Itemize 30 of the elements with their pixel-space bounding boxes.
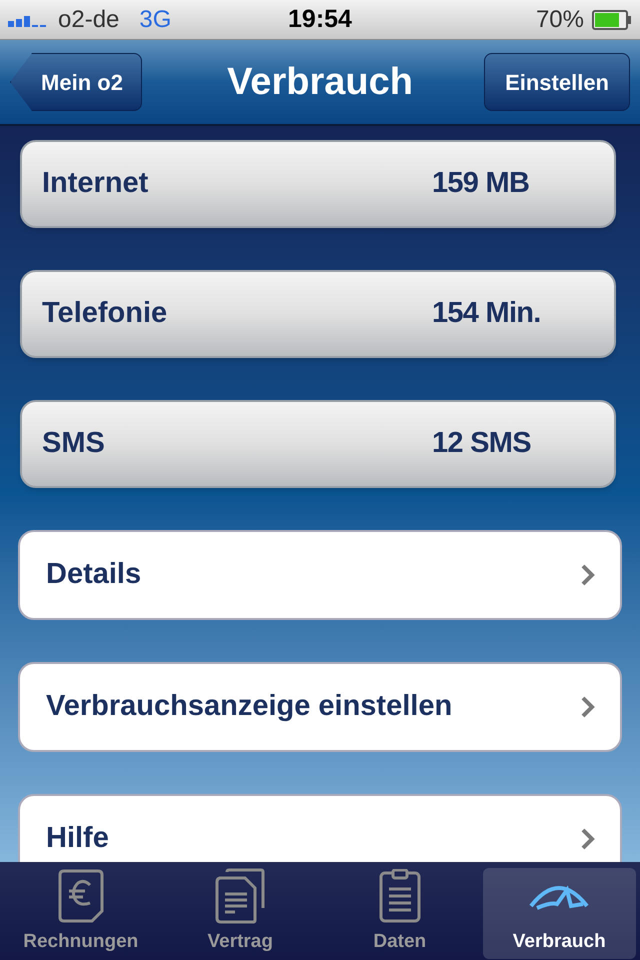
- back-button[interactable]: Mein o2: [10, 53, 142, 111]
- tab-bar-item[interactable]: Rechnungen: [4, 868, 158, 958]
- network-type: 3G: [139, 4, 172, 34]
- usage-label: Internet: [42, 166, 150, 202]
- documents-icon: [215, 868, 266, 924]
- menu-row[interactable]: Details: [18, 530, 622, 620]
- usage-label: SMS: [42, 426, 106, 462]
- menu-label: Verbrauchsanzeige einstellen: [46, 689, 452, 724]
- tab-bar-item[interactable]: Daten: [323, 868, 476, 958]
- chevron-icon: [580, 827, 596, 851]
- battery-icon: [592, 10, 632, 30]
- usage-value: 154 Min.: [432, 296, 541, 332]
- clock: 19:54: [287, 4, 353, 35]
- chevron-icon: [580, 563, 596, 587]
- usage-label: Telefonie: [42, 296, 168, 332]
- menu-label: Hilfe: [46, 821, 109, 856]
- euro-bill-icon: [58, 869, 104, 923]
- carrier-name: o2-de: [58, 4, 120, 34]
- battery-percent: 70%: [536, 4, 584, 34]
- chevron-icon: [580, 695, 596, 719]
- usage-value: 159 MB: [432, 166, 530, 202]
- usage-value: 12 SMS: [432, 426, 531, 462]
- tab-bar-item[interactable]: Verbrauch: [482, 868, 636, 958]
- settings-button[interactable]: Einstellen: [484, 53, 630, 111]
- tab-bar-item[interactable]: Vertrag: [164, 868, 317, 958]
- screen-title: Verbrauch: [227, 60, 413, 104]
- menu-row[interactable]: Verbrauchsanzeige einstellen: [18, 662, 622, 752]
- menu-label: Details: [46, 557, 142, 592]
- menu-row[interactable]: Hilfe: [18, 794, 622, 862]
- clipboard-icon: [378, 869, 421, 923]
